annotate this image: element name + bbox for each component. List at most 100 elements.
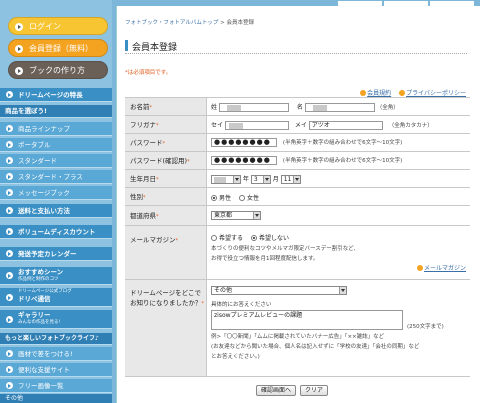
sidebar-item-message-book[interactable]: メッセージブック (0, 186, 112, 200)
mei-label: 名 (296, 104, 303, 111)
sidebar-item-label: ポータブル (18, 141, 51, 149)
chevron-down-icon (233, 176, 240, 183)
gender-female-radio[interactable] (238, 195, 245, 201)
password-value: ●●●●●●●● (半角英字＋数字の組み合わせで6文字〜10文字) (211, 138, 402, 147)
arrow-icon (6, 250, 13, 257)
gender-female-label: 女性 (246, 195, 259, 202)
prefecture-selected: 東京都 (214, 212, 233, 219)
birth-day-select[interactable]: 11 (280, 175, 301, 184)
last-name-input[interactable] (218, 103, 289, 112)
password-confirm-label-text: パスワード(確認用) (130, 157, 188, 165)
birthday-label-text: 生年月日 (130, 175, 156, 183)
member-register-button[interactable]: 会員登録（無料） (8, 39, 108, 57)
sidebar-item-shipping[interactable]: 送料と支払い方法 (0, 204, 112, 218)
sidebar-item-art-materials[interactable]: 画材で差をつける! (0, 347, 112, 361)
source-select[interactable]: その他 (211, 286, 347, 295)
required-mark: * (187, 159, 190, 165)
sidebar-item-portable[interactable]: ポータブル (0, 138, 112, 152)
magazine-radios: 希望する 希望しない (211, 234, 466, 244)
mei-kana-label: メイ (294, 122, 307, 129)
gender-male-label: 男性 (219, 195, 232, 202)
source-selected: その他 (214, 287, 233, 294)
name-label: お名前* (125, 98, 207, 115)
source-detail-textarea[interactable]: zisowプレミアムレビューの課題 (211, 310, 403, 330)
breadcrumb-home-link[interactable]: フォトブック・フォトアルバムトップ (125, 20, 218, 26)
first-name-kana-input[interactable]: アツオ (308, 121, 383, 130)
sidebar-item-label: ボリュームディスカウント (18, 228, 96, 236)
magazine-link[interactable]: メールマガジン (424, 265, 466, 272)
sei-label: 姓 (211, 104, 218, 111)
prefecture-select[interactable]: 東京都 (211, 211, 261, 220)
sidebar-item-label: ギャラリー (18, 311, 51, 319)
sidebar-item-recommend[interactable]: おすすめシーン 作品例と制作のコツ (0, 267, 112, 285)
sidebar: ログイン 会員登録（無料） ブックの作り方 ドリームページの特長 商品を選ぼう!… (0, 0, 112, 403)
magazine-no-radio[interactable] (250, 235, 257, 241)
sidebar-item-lineup[interactable]: 商品ラインナップ (0, 122, 112, 136)
row-prefecture: 都道府県* 東京都 (125, 205, 470, 225)
magazine-yes-radio[interactable] (211, 235, 217, 241)
prefecture-value: 東京都 (211, 211, 261, 220)
sidebar-item-label: ドリームページの特長 (18, 91, 83, 99)
arrow-icon (6, 366, 13, 373)
required-mark: * (156, 177, 159, 183)
source-example: 例>「〇〇新聞」「ムムに掲載されていたバナー広告」「××雑誌」など (211, 334, 385, 340)
sidebar-item-label: メッセージブック (18, 189, 70, 197)
password-input[interactable]: ●●●●●●●● (211, 138, 277, 147)
sidebar-item-label: 発送予定カレンダー (18, 250, 77, 258)
terms-link[interactable]: 会員規約 (367, 90, 391, 97)
sidebar-item-support-sites[interactable]: 便利な支援サイト (0, 363, 112, 377)
required-mark: * (149, 105, 153, 111)
birth-month-select[interactable]: 3 (250, 175, 271, 184)
header-tabs (336, 0, 476, 6)
kana-label-text: フリガナ (130, 121, 156, 129)
sidebar-heading-label: もっと楽しいフォトブックライフ♪ (5, 335, 99, 342)
sidebar-item-gallery[interactable]: ギャラリー みんなの作品を見る! (0, 310, 112, 329)
birth-month-value: 3 (253, 176, 258, 183)
required-mark: * (143, 195, 146, 201)
sidebar-item-label: 便利な支援サイト (18, 366, 70, 374)
source-value: その他 具体的にお答えください zisowプレミアムレビューの課題 (250文字… (211, 286, 469, 362)
sidebar-item-dream-features[interactable]: ドリームページの特長 (0, 88, 112, 102)
chevron-down-icon (292, 176, 300, 183)
first-name-input[interactable] (304, 103, 375, 112)
sidebar-item-free-images[interactable]: フリー画像一覧 (0, 379, 112, 393)
row-source: ドリームページをどこで お知りになりましたか？* その他 具体的にお答えください… (125, 279, 470, 377)
member-register-label: 会員登録（無料） (29, 44, 93, 53)
magazine-value: 希望する 希望しない 本づくりの便利なコツやメルマガ限定バースデー割引など、 お… (211, 234, 466, 274)
sidebar-item-standard[interactable]: スタンダード (0, 154, 112, 168)
sidebar-item-volume-discount[interactable]: ボリュームディスカウント (0, 225, 112, 239)
arrow-icon (6, 228, 13, 235)
password-confirm-hint: (半角英字＋数字の組み合わせで6文字〜10文字) (282, 158, 403, 164)
sidebar-item-calendar[interactable]: 発送予定カレンダー (0, 247, 112, 261)
privacy-link[interactable]: プライバシーポリシー (406, 90, 466, 97)
chevron-down-icon (253, 212, 260, 219)
required-mark: * (156, 214, 159, 220)
last-name-kana-input[interactable] (224, 121, 289, 130)
chevron-down-icon (262, 176, 270, 183)
login-button[interactable]: ログイン (8, 17, 108, 35)
confirm-button[interactable]: 確認画面へ (256, 385, 297, 396)
password-confirm-label: パスワード(確認用)* (125, 152, 207, 169)
row-birthday: 生年月日* 年 3 月 11 (125, 169, 470, 187)
gender-label-text: 性別 (130, 193, 143, 201)
required-mark: * (156, 123, 159, 129)
birth-year-select[interactable] (211, 175, 241, 184)
password-confirm-input[interactable]: ●●●●●●●● (211, 156, 277, 165)
gender-male-radio[interactable] (211, 195, 217, 201)
redacted-text (226, 105, 241, 111)
row-password: パスワード* ●●●●●●●● (半角英字＋数字の組み合わせで6文字〜10文字) (125, 133, 470, 151)
clear-button[interactable]: クリア (300, 385, 329, 396)
magazine-link-wrap: メールマガジン (211, 264, 466, 274)
name-label-text: お名前 (130, 103, 150, 111)
sidebar-heading-label: 商品を選ぼう! (5, 107, 47, 115)
first-name-kana-value: アツオ (311, 122, 330, 129)
prefecture-label-text: 都道府県 (130, 212, 156, 220)
breadcrumb-separator: > (220, 20, 225, 26)
arrow-icon (6, 272, 13, 279)
howto-button[interactable]: ブックの作り方 (8, 61, 108, 79)
sidebar-item-standard-plus[interactable]: スタンダード・プラス (0, 170, 112, 184)
row-mail-magazine: メールマガジン* 希望する 希望しない 本づくりの便利なコツやメルマガ限定バース… (125, 225, 470, 279)
sidebar-item-sublabel: 作品例と制作のコツ (18, 277, 59, 282)
password-label-text: パスワード (130, 139, 163, 147)
sidebar-item-blog[interactable]: ドリームページ公式ブログ ドリペ通信 (0, 288, 112, 307)
